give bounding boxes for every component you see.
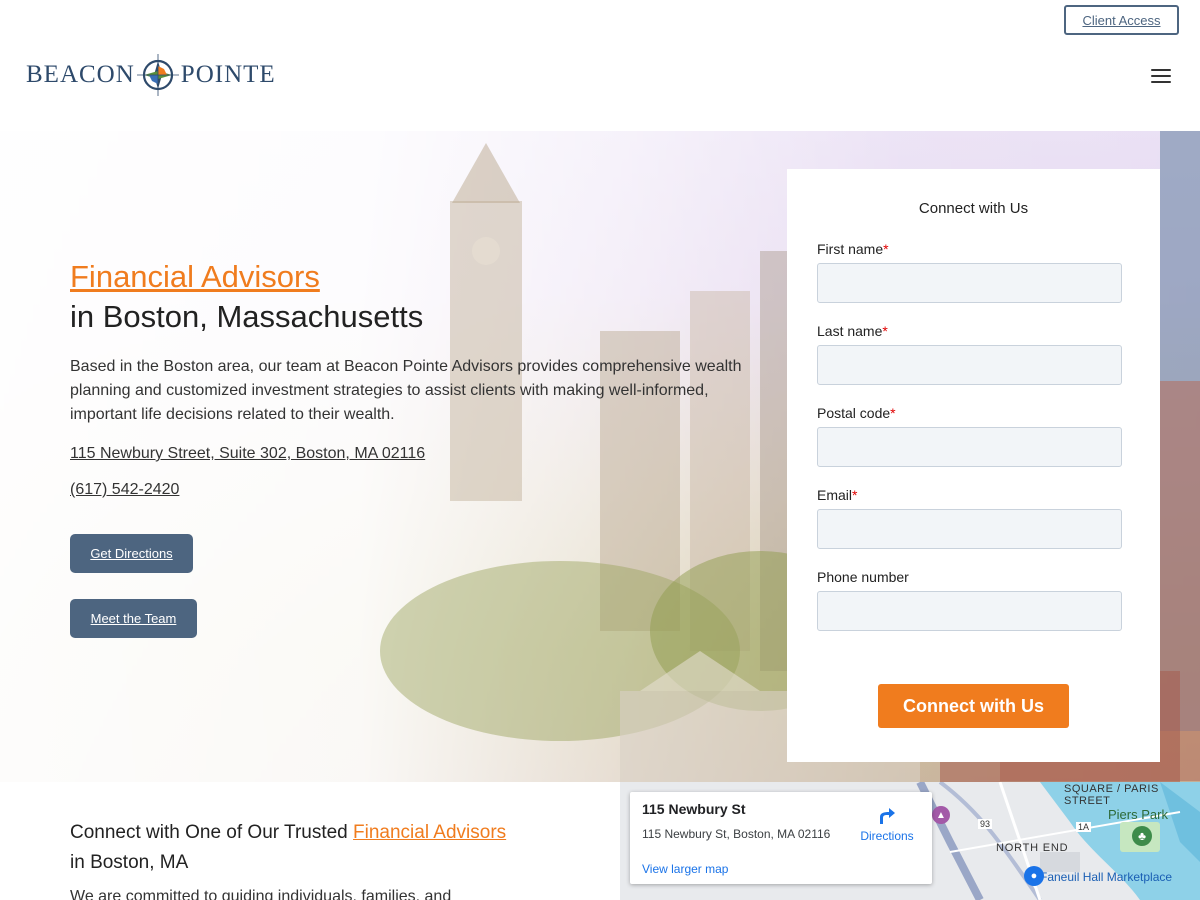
hero-description: Based in the Boston area, our team at Be…: [70, 358, 742, 423]
client-access-button[interactable]: Client Access: [1064, 5, 1179, 35]
map-directions-button[interactable]: Directions: [854, 806, 920, 846]
meet-team-button[interactable]: Meet the Team: [70, 599, 197, 638]
address-link[interactable]: 115 Newbury Street, Suite 302, Boston, M…: [70, 445, 760, 463]
compass-logo-icon: [136, 54, 179, 96]
first-name-input[interactable]: [817, 263, 1122, 303]
map-label-north-end: NORTH END: [996, 842, 1069, 854]
first-name-label: First name*: [817, 241, 889, 257]
map-label-piers-park: Piers Park: [1108, 807, 1168, 822]
directions-icon: [880, 808, 895, 824]
park-pin-icon: ♣: [1132, 826, 1152, 846]
lower-section-title: Connect with One of Our Trusted Financia…: [70, 822, 507, 873]
map-route-93: 93: [978, 819, 993, 829]
logo-text-right: POINTE: [180, 61, 276, 88]
phone-link[interactable]: (617) 542-2420: [70, 481, 760, 499]
beacon-pointe-logo[interactable]: BEACON POINTE: [26, 52, 276, 98]
view-larger-map-link[interactable]: View larger map: [642, 862, 728, 876]
map-directions-label: Directions: [860, 829, 914, 843]
contact-form: Connect with Us First name* Last name* P…: [787, 169, 1160, 762]
lower-section-text: We are committed to guiding individuals,…: [70, 888, 452, 900]
postal-code-input[interactable]: [817, 427, 1122, 467]
site-header: Client Access BEACON POINTE: [0, 0, 1200, 131]
map-label-square: SQUARE / PARIS STREET: [1064, 783, 1159, 807]
map-label-faneuil: Faneuil Hall Marketplace: [1040, 870, 1173, 884]
map-place-title: 115 Newbury St: [642, 801, 746, 817]
hero-title-link[interactable]: Financial Advisors: [70, 259, 320, 295]
connect-submit-button[interactable]: Connect with Us: [878, 684, 1069, 728]
hero-title: in Boston, Massachusetts: [70, 299, 424, 334]
last-name-label: Last name*: [817, 323, 888, 339]
google-map[interactable]: SQUARE / PARIS STREET Piers Park NORTH E…: [620, 782, 1200, 900]
financial-advisors-link[interactable]: Financial Advisors: [353, 822, 506, 843]
logo-text-left: BEACON: [26, 61, 135, 88]
map-place-address: 115 Newbury St, Boston, MA 02116: [642, 827, 831, 841]
email-input[interactable]: [817, 509, 1122, 549]
menu-icon[interactable]: [1151, 69, 1171, 83]
hero-content: Financial Advisors in Boston, Massachuse…: [70, 259, 760, 517]
get-directions-button[interactable]: Get Directions: [70, 534, 193, 573]
phone-number-label: Phone number: [817, 569, 909, 585]
phone-number-input[interactable]: [817, 591, 1122, 631]
museum-pin-icon: ▲: [932, 806, 950, 824]
email-label: Email*: [817, 487, 858, 503]
postal-code-label: Postal code*: [817, 405, 896, 421]
last-name-input[interactable]: [817, 345, 1122, 385]
map-route-1a: 1A: [1076, 822, 1092, 832]
form-title: Connect with Us: [918, 200, 1029, 217]
shopping-pin-icon: ●: [1024, 866, 1044, 886]
map-place-card: 115 Newbury St 115 Newbury St, Boston, M…: [630, 792, 932, 884]
